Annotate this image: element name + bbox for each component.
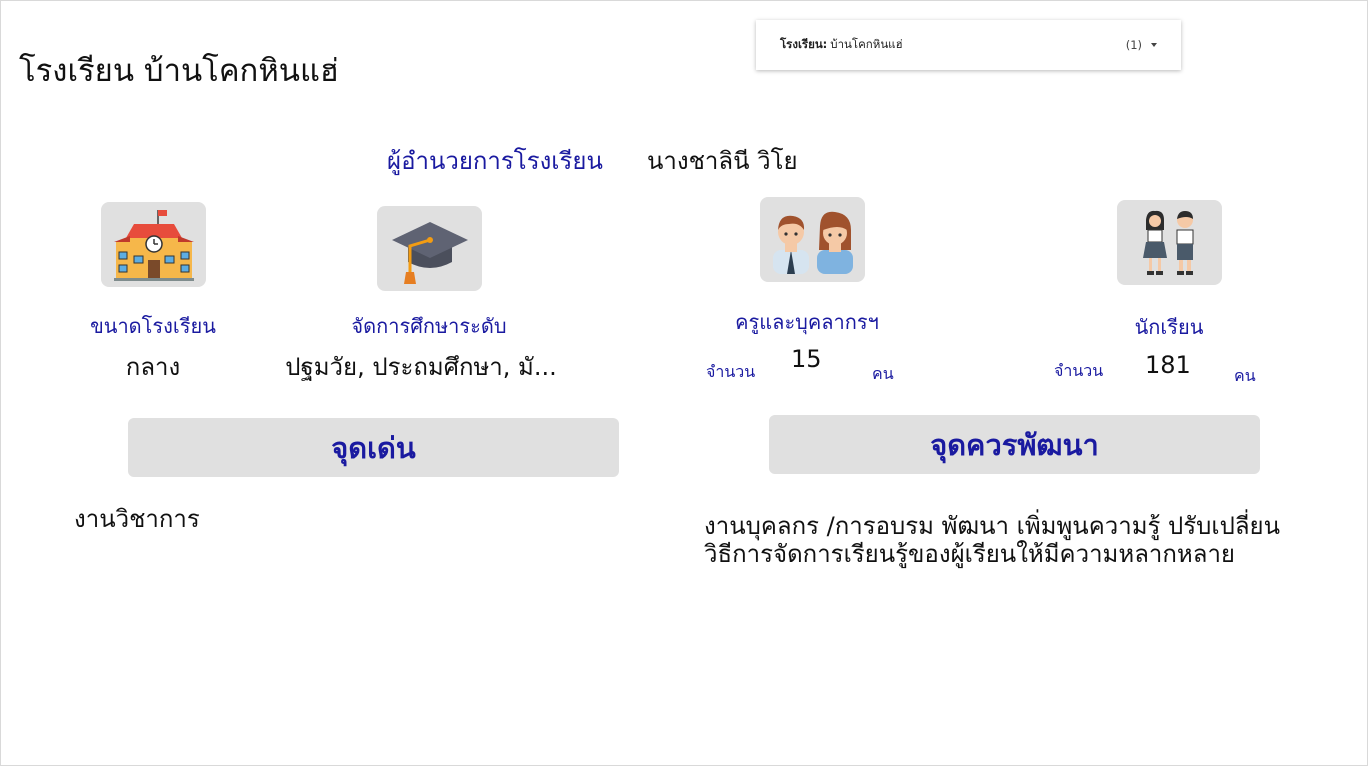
chevron-down-icon[interactable] xyxy=(1151,43,1157,47)
students-icon-box xyxy=(1117,200,1222,285)
filter-value: บ้านโคกหินแฮ่ xyxy=(830,37,903,51)
school-size-icon-box xyxy=(101,202,206,287)
school-building-icon xyxy=(113,209,194,281)
improvements-title: จุดควรพัฒนา xyxy=(930,427,1099,462)
director-name: นางชาลินี วิโย xyxy=(647,147,798,175)
students-count-prefix: จำนวน xyxy=(1054,361,1104,380)
levels-value: ปฐมวัย, ประถมศึกษา, มั... xyxy=(285,353,557,381)
students-unit: คน xyxy=(1234,366,1256,385)
page-title: โรงเรียน บ้านโคกหินแฮ่ xyxy=(19,53,339,89)
school-size-value: กลาง xyxy=(125,353,181,381)
teachers-count: 15 xyxy=(791,345,822,373)
director-label: ผู้อำนวยการโรงเรียน xyxy=(387,147,603,175)
report-canvas: โรงเรียน บ้านโคกหินแฮ่ โรงเรียน: บ้านโคก… xyxy=(0,0,1368,766)
filter-label: โรงเรียน: xyxy=(780,37,828,51)
improvements-text: งานบุคลกร /การอบรม พัฒนา เพิ่มพูนความรู้… xyxy=(704,512,1281,568)
levels-icon-box xyxy=(377,206,482,291)
improvements-banner: จุดควรพัฒนา xyxy=(769,415,1260,474)
students-label: นักเรียน xyxy=(1134,315,1204,339)
teachers-icon xyxy=(772,211,853,274)
teachers-unit: คน xyxy=(872,364,894,383)
school-filter-dropdown[interactable]: โรงเรียน: บ้านโคกหินแฮ่ (1) xyxy=(756,20,1181,70)
students-icon xyxy=(1142,210,1193,275)
filter-count: (1) xyxy=(1125,38,1142,52)
strengths-text: งานวิชาการ xyxy=(74,505,200,533)
teachers-icon-box xyxy=(760,197,865,282)
levels-label: จัดการศึกษาระดับ xyxy=(351,314,507,338)
strengths-banner: จุดเด่น xyxy=(128,418,619,477)
school-size-label: ขนาดโรงเรียน xyxy=(90,314,216,338)
teachers-count-prefix: จำนวน xyxy=(706,362,756,381)
students-count: 181 xyxy=(1145,351,1191,379)
graduation-cap-icon xyxy=(391,221,468,284)
strengths-title: จุดเด่น xyxy=(331,430,416,465)
teachers-label: ครูและบุคลากรฯ xyxy=(735,310,879,334)
